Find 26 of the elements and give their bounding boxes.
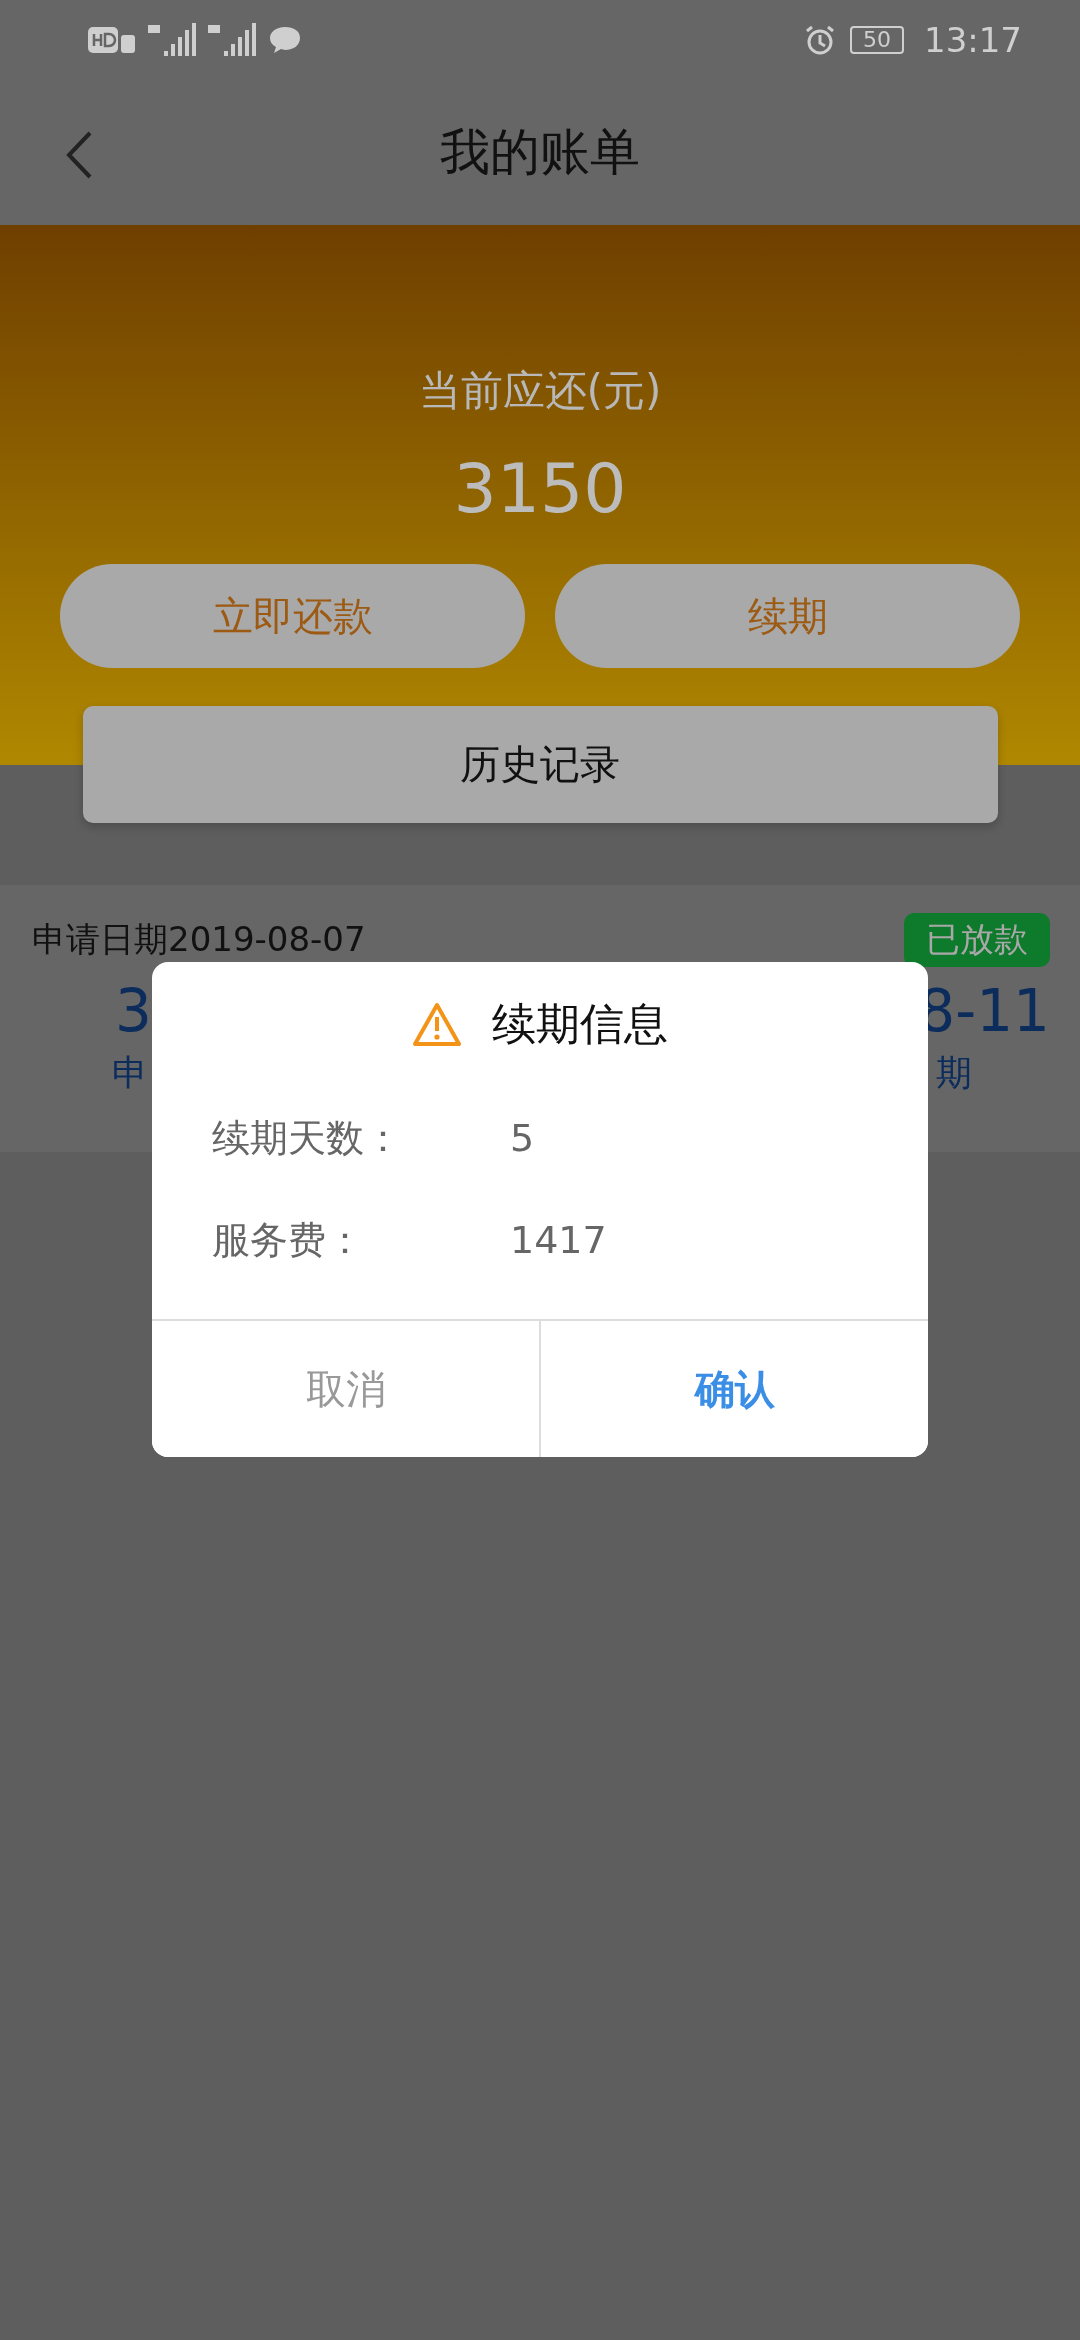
- page-title: 我的账单: [440, 122, 640, 183]
- confirm-button[interactable]: 确认: [539, 1321, 928, 1457]
- due-caption: 期: [936, 1051, 972, 1095]
- amount-caption: 申: [112, 1051, 148, 1095]
- battery-icon: 50: [850, 26, 904, 54]
- signal-icon: [148, 23, 196, 57]
- status-badge: 已放款: [904, 913, 1050, 967]
- dialog-title: 续期信息: [492, 997, 668, 1051]
- renew-button[interactable]: 续期: [555, 564, 1020, 668]
- signal-icon: [208, 23, 256, 57]
- field-label: 续期天数：: [212, 1114, 403, 1162]
- alarm-icon: [804, 24, 836, 56]
- field-label: 服务费：: [212, 1216, 365, 1264]
- repay-button[interactable]: 立即还款: [60, 564, 525, 668]
- clock-time: 13:17: [924, 20, 1022, 60]
- amount-label: 当前应还(元): [418, 365, 662, 417]
- warning-icon: [412, 1001, 462, 1048]
- field-value: 1417: [510, 1218, 607, 1262]
- amount-value: 3: [115, 977, 152, 1045]
- message-icon: [268, 25, 302, 55]
- hd-icon: [88, 25, 136, 55]
- back-icon[interactable]: [64, 130, 94, 180]
- apply-date: 申请日期2019-08-07: [32, 918, 366, 961]
- amount-value: 3150: [453, 449, 627, 528]
- history-button[interactable]: 历史记录: [82, 706, 998, 823]
- field-value: 5: [510, 1116, 535, 1160]
